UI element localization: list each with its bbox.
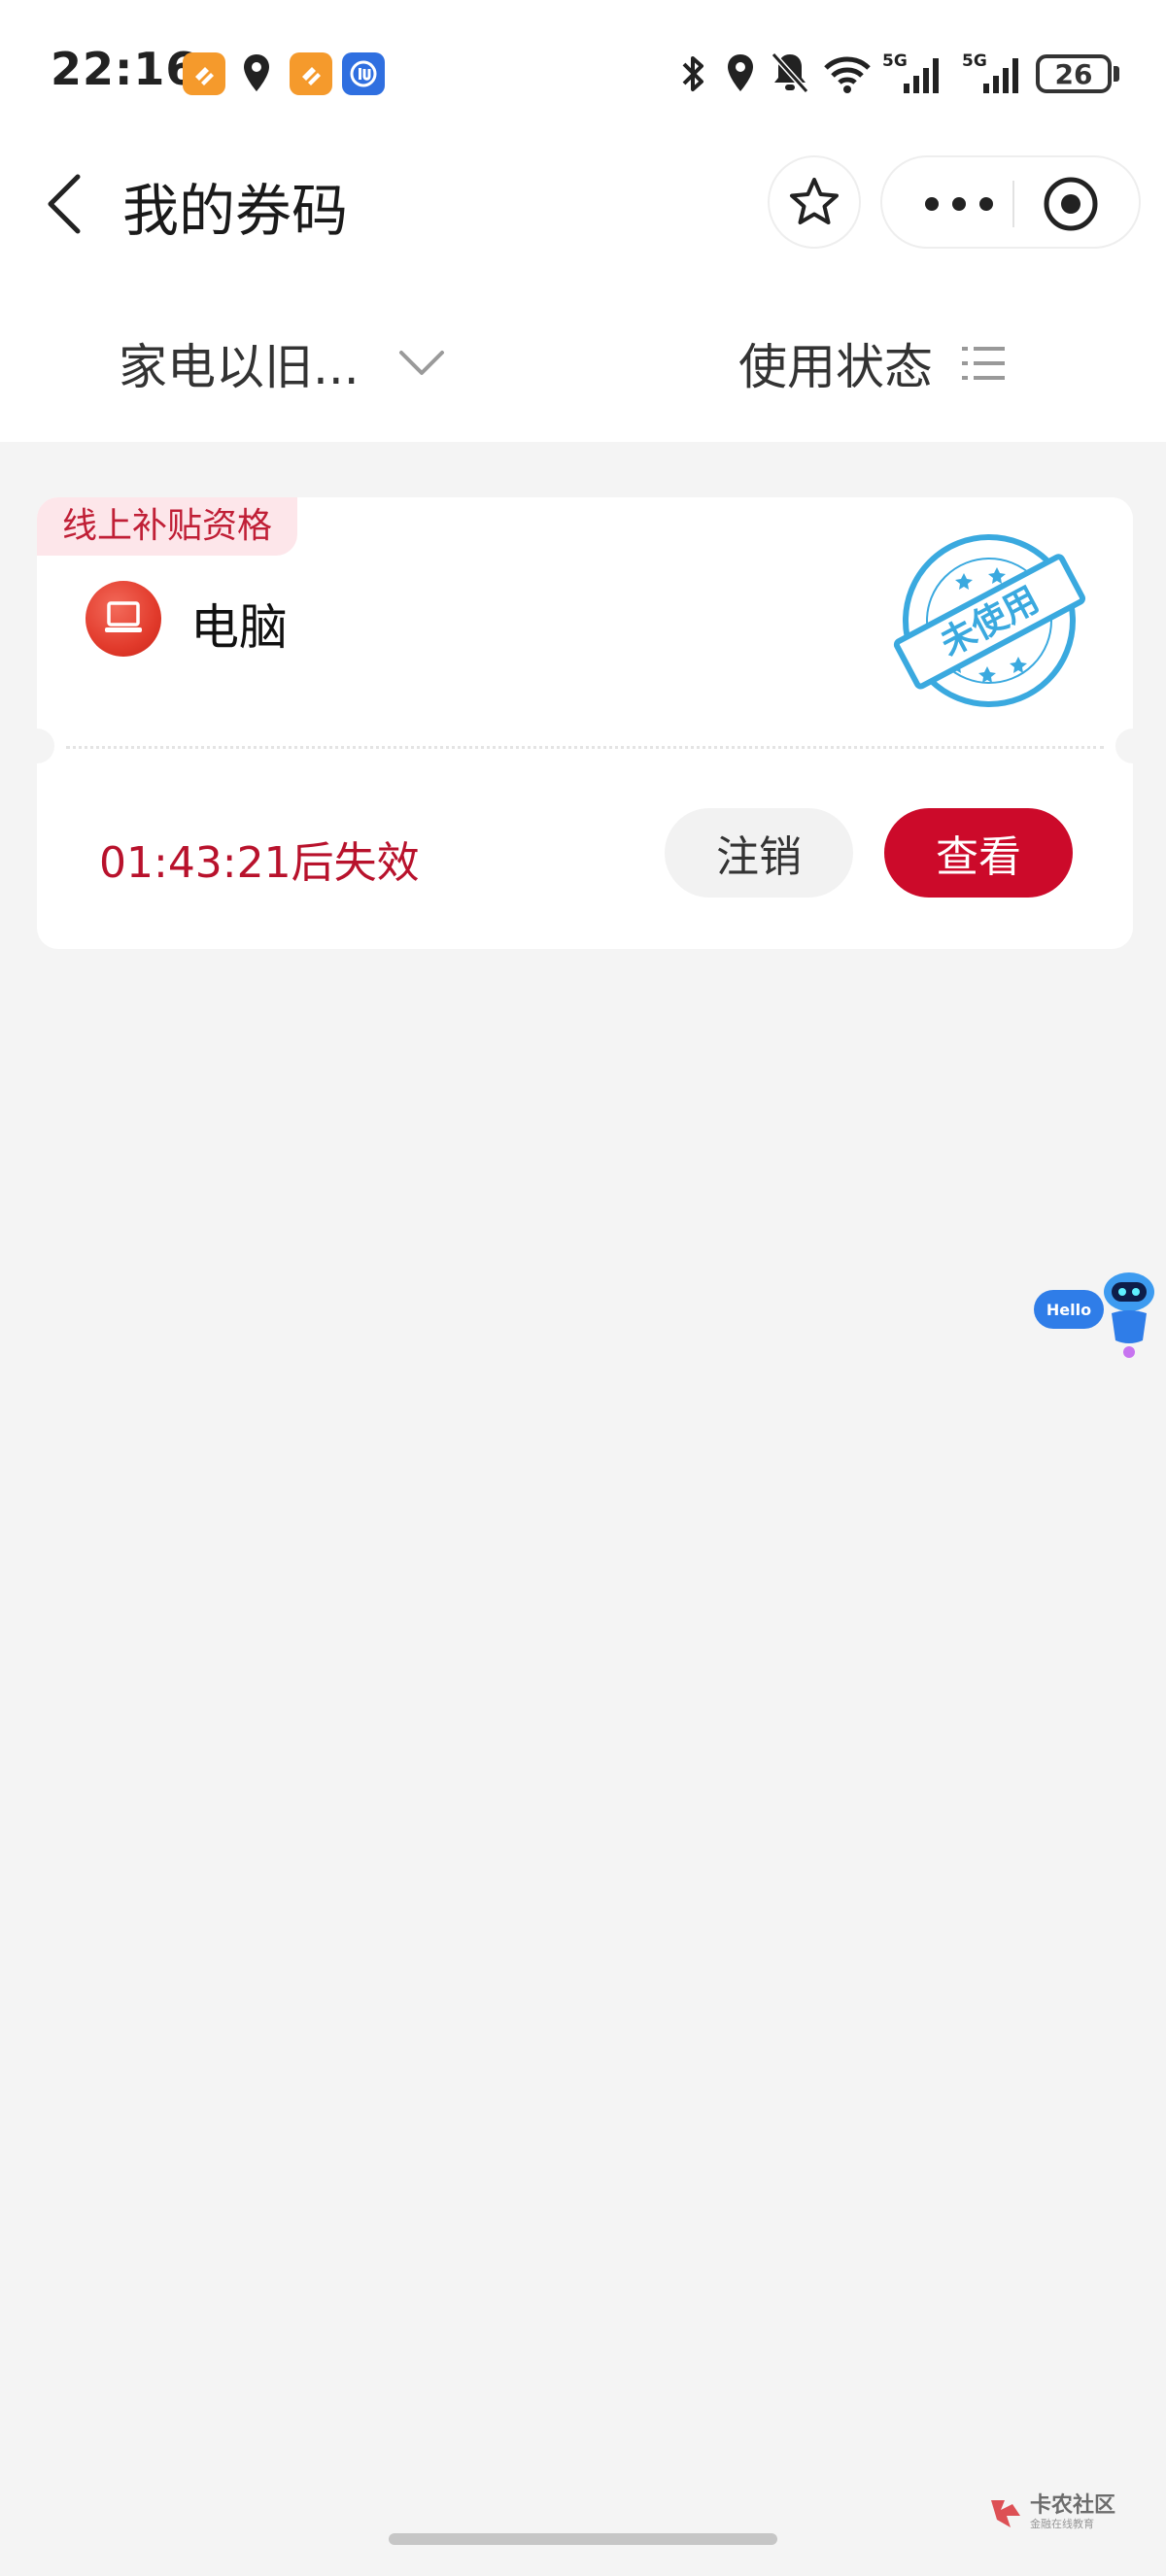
robot-icon <box>1104 1272 1154 1358</box>
mute-icon <box>770 51 810 99</box>
wifi-icon <box>822 52 873 99</box>
chevron-down-icon <box>398 351 444 375</box>
watermark-title: 卡农社区 <box>1030 2493 1116 2518</box>
coupon-card[interactable]: 线上补贴资格 电脑 未使用 01:43:21后失效 注销 查看 <box>19 497 1150 949</box>
hello-bubble: Hello <box>1034 1290 1104 1329</box>
category-filter-label: 家电以旧... <box>119 339 360 395</box>
watermark-subtitle: 金融在线教育 <box>1030 2518 1094 2530</box>
bluetooth-icon <box>678 52 707 99</box>
list-icon <box>962 347 1005 380</box>
close-button[interactable] <box>1042 175 1100 233</box>
category-filter[interactable]: 家电以旧... <box>119 328 445 398</box>
blue-app-icon <box>342 52 385 95</box>
star-icon <box>790 178 839 224</box>
more-icon <box>925 197 939 211</box>
capsule-divider <box>1012 181 1014 227</box>
watermark: 卡农社区 金融在线教育 <box>987 2494 1115 2531</box>
computer-icon <box>86 581 161 657</box>
battery-icon: 26 <box>1036 54 1112 93</box>
more-icon-dot <box>952 197 966 211</box>
card-divider <box>66 746 1104 749</box>
card-notch-left <box>19 729 54 763</box>
home-indicator[interactable] <box>389 2533 777 2545</box>
filter-bar: 家电以旧... 使用状态 <box>0 272 1166 442</box>
location-icon <box>725 52 756 99</box>
mini-program-capsule <box>880 155 1141 249</box>
back-button[interactable] <box>35 167 93 241</box>
page: 22:16 5G 5G 26 我的券码 家电以旧... 使用状态 线上补贴资格 … <box>0 0 1166 2576</box>
close-target-icon <box>1044 177 1098 231</box>
coupon-tag: 线上补贴资格 <box>37 497 298 556</box>
orange-app-icon <box>290 52 332 95</box>
cancel-coupon-button[interactable]: 注销 <box>665 808 853 898</box>
svg-text:5G: 5G <box>962 51 987 71</box>
favorite-button[interactable] <box>768 155 861 249</box>
more-icon-dot <box>979 197 993 211</box>
status-bar: 22:16 5G 5G 26 <box>0 0 1166 146</box>
signal-icon: 5G <box>880 49 950 101</box>
svg-text:5G: 5G <box>882 51 908 71</box>
battery-level: 26 <box>1054 57 1093 90</box>
floating-assistant[interactable]: Hello <box>1034 1269 1160 1366</box>
product-name: 电脑 <box>190 599 288 656</box>
watermark-logo-icon <box>991 2500 1020 2527</box>
unused-stamp: 未使用 <box>893 534 1086 707</box>
back-icon <box>48 174 81 234</box>
view-coupon-button[interactable]: 查看 <box>884 808 1073 898</box>
card-notch-right <box>1115 729 1150 763</box>
expiry-countdown: 01:43:21后失效 <box>99 838 420 888</box>
more-button[interactable] <box>925 186 993 221</box>
battery-tip <box>1114 66 1119 82</box>
status-time: 22:16 <box>51 43 198 95</box>
page-title: 我的券码 <box>122 178 349 244</box>
status-filter-label: 使用状态 <box>738 339 933 395</box>
orange-app-icon <box>183 52 225 95</box>
location-icon <box>241 52 272 99</box>
nav-bar: 我的券码 <box>0 146 1166 272</box>
status-filter[interactable]: 使用状态 <box>738 328 1007 398</box>
signal-icon: 5G <box>960 49 1030 101</box>
